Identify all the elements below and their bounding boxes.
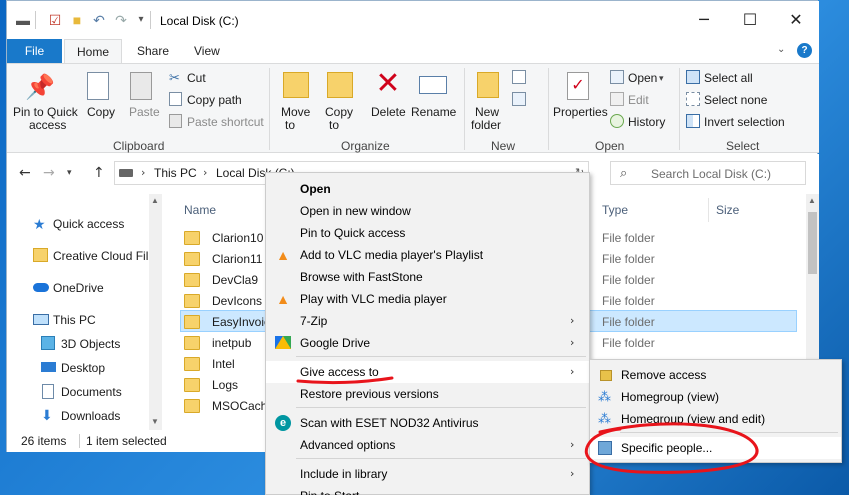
underline-annotation	[296, 376, 394, 385]
annotation-overlay	[296, 376, 759, 474]
circle-annotation	[584, 422, 759, 474]
